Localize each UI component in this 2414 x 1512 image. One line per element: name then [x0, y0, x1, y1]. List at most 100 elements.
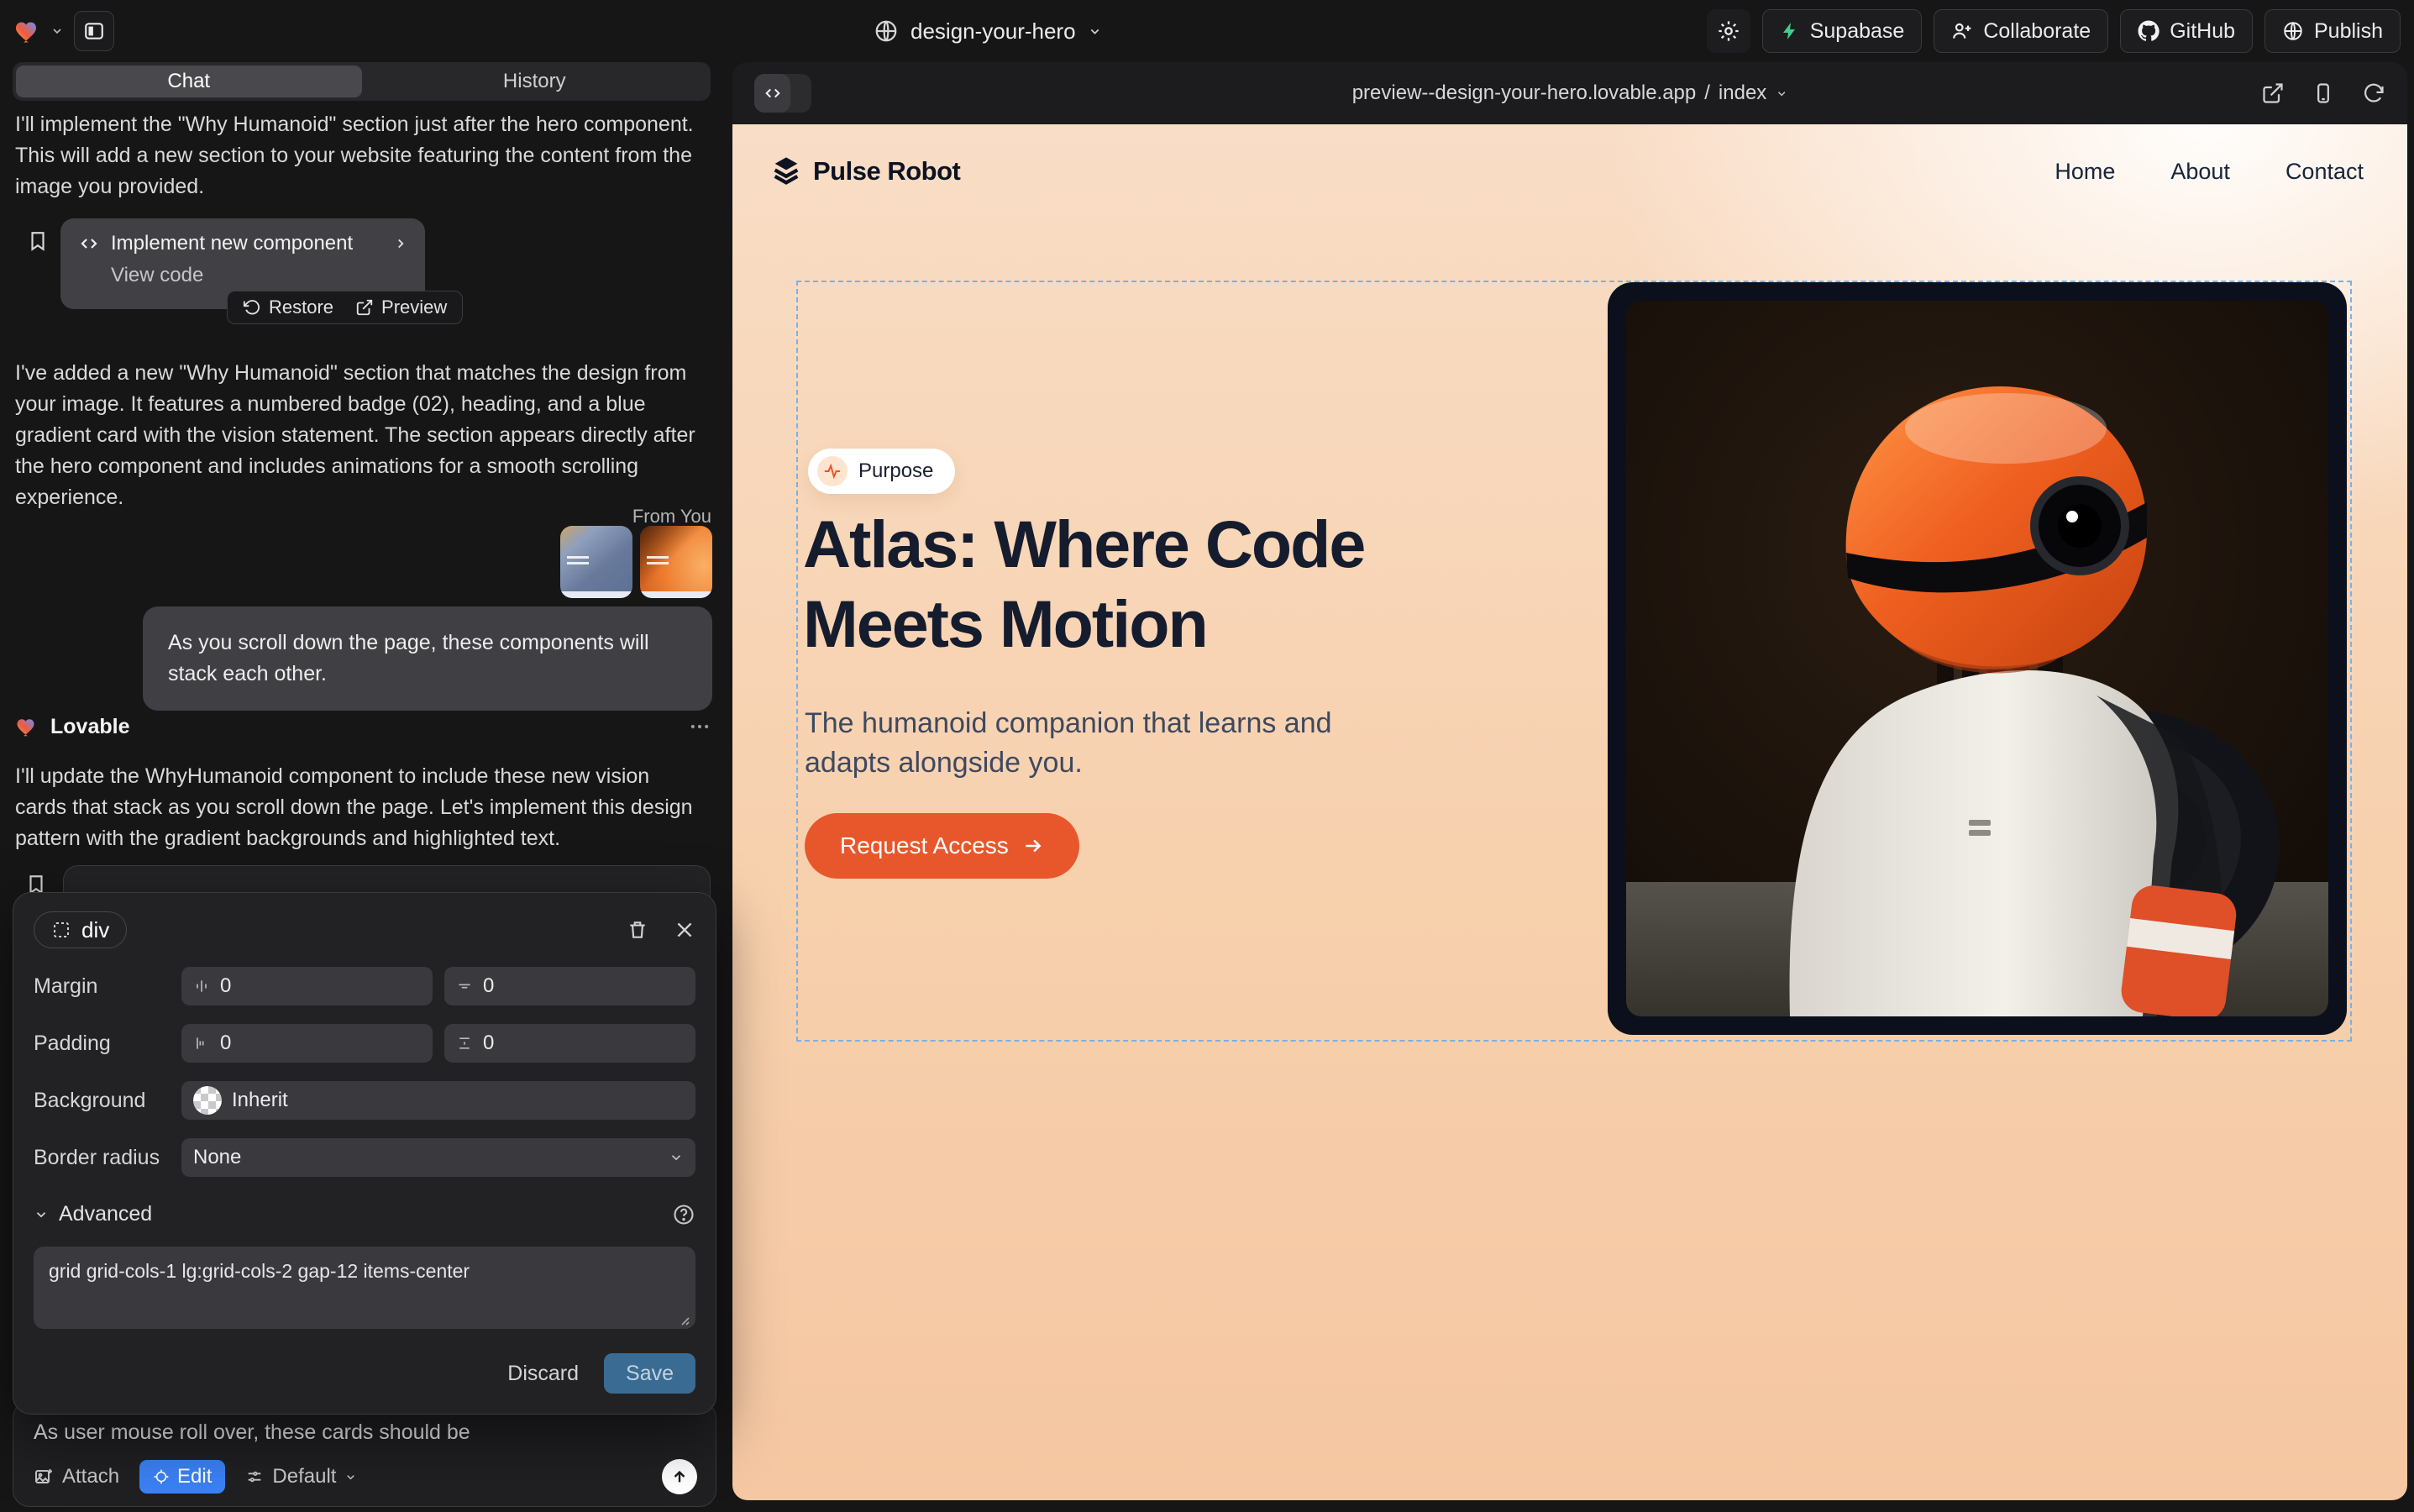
request-access-button[interactable]: Request Access	[805, 813, 1079, 879]
site-brand[interactable]: Pulse Robot	[769, 155, 960, 188]
layers-icon	[769, 155, 803, 188]
padding-y-value: 0	[483, 1032, 494, 1055]
chevron-down-icon	[34, 1207, 49, 1222]
preview-button[interactable]: Preview	[355, 297, 447, 318]
chevron-down-icon	[669, 1150, 684, 1165]
edit-label: Edit	[177, 1465, 212, 1488]
more-horizontal-icon[interactable]	[688, 715, 711, 738]
preview-url-dropdown[interactable]: preview--design-your-hero.lovable.app / …	[1352, 81, 1788, 105]
purpose-badge-label: Purpose	[858, 459, 933, 483]
element-inspector-panel: div Margin 0	[13, 892, 716, 1415]
attachment-image[interactable]	[560, 526, 632, 598]
project-switcher[interactable]: design-your-hero	[874, 0, 1102, 62]
help-icon[interactable]	[672, 1203, 695, 1226]
attachment-thumbnails	[560, 526, 712, 598]
background-label: Background	[34, 1089, 170, 1113]
save-button[interactable]: Save	[604, 1353, 695, 1394]
code-icon	[754, 74, 790, 113]
code-icon	[79, 234, 99, 254]
hero-robot-card	[1608, 282, 2347, 1035]
tab-history[interactable]: History	[362, 66, 708, 97]
site-header: Pulse Robot Home About Contact	[732, 124, 2407, 188]
code-view-toggle[interactable]	[754, 74, 811, 113]
site-brand-name: Pulse Robot	[813, 156, 960, 186]
margin-x-value: 0	[220, 974, 231, 998]
assistant-message: I'll update the WhyHumanoid component to…	[15, 761, 702, 854]
margin-y-input[interactable]: 0	[444, 967, 695, 1005]
nav-about[interactable]: About	[2170, 159, 2230, 185]
restore-label: Restore	[269, 297, 333, 318]
github-button[interactable]: GitHub	[2120, 9, 2253, 53]
selected-element-pill[interactable]: div	[34, 911, 127, 948]
arrow-right-icon	[1022, 835, 1044, 857]
margin-x-icon	[193, 978, 210, 995]
preview-url-page: index	[1719, 81, 1766, 105]
preview-url-separator: /	[1704, 81, 1710, 105]
edit-mode-button[interactable]: Edit	[139, 1460, 225, 1494]
chat-input[interactable]: As user mouse roll over, these cards sho…	[34, 1420, 695, 1445]
assistant-message: I'll implement the "Why Humanoid" sectio…	[15, 109, 702, 202]
lovable-menu-button[interactable]	[13, 16, 64, 46]
smartphone-icon[interactable]	[2312, 81, 2335, 105]
mode-select[interactable]: Default	[245, 1465, 357, 1488]
border-radius-select[interactable]: None	[181, 1138, 695, 1177]
tab-chat[interactable]: Chat	[16, 66, 362, 97]
chevron-down-icon	[344, 1471, 357, 1483]
github-icon	[2138, 20, 2159, 42]
site-preview: Pulse Robot Home About Contact Purpose A…	[732, 124, 2407, 1500]
request-access-label: Request Access	[840, 832, 1009, 859]
tailwind-classes-textarea[interactable]: grid grid-cols-1 lg:grid-cols-2 gap-12 i…	[34, 1247, 695, 1329]
agent-row: Lovable	[15, 714, 711, 739]
restore-button[interactable]: Restore	[243, 297, 333, 318]
hero-headline: Atlas: Where Code Meets Motion	[803, 504, 1559, 664]
from-you-label: From You	[632, 506, 711, 528]
collaborate-button[interactable]: Collaborate	[1934, 9, 2108, 53]
nav-home[interactable]: Home	[2055, 159, 2115, 185]
publish-globe-icon	[2282, 20, 2304, 42]
preview-label: Preview	[381, 297, 447, 318]
advanced-section-toggle[interactable]: Advanced	[59, 1202, 152, 1226]
trash-icon[interactable]	[627, 919, 648, 941]
padding-x-value: 0	[220, 1032, 231, 1055]
app-window: design-your-hero Supabase Co	[0, 0, 2414, 1512]
border-radius-label: Border radius	[34, 1146, 170, 1170]
view-code-link[interactable]: View code	[111, 264, 408, 287]
project-name: design-your-hero	[910, 18, 1076, 45]
supabase-button[interactable]: Supabase	[1762, 9, 1923, 53]
close-icon[interactable]	[674, 919, 695, 941]
margin-label: Margin	[34, 974, 170, 999]
panel-left-icon	[83, 20, 105, 42]
purpose-badge: Purpose	[808, 449, 955, 494]
nav-contact[interactable]: Contact	[2285, 159, 2364, 185]
bookmark-icon[interactable]	[27, 230, 49, 252]
margin-x-input[interactable]: 0	[181, 967, 433, 1005]
settings-button[interactable]	[1707, 9, 1750, 53]
padding-x-input[interactable]: 0	[181, 1024, 433, 1063]
chevron-down-icon	[50, 24, 64, 38]
chat-composer: As user mouse roll over, these cards sho…	[13, 1401, 716, 1507]
refresh-icon[interactable]	[2362, 81, 2385, 105]
attachment-image[interactable]	[640, 526, 712, 598]
padding-y-input[interactable]: 0	[444, 1024, 695, 1063]
border-radius-value: None	[193, 1146, 241, 1169]
version-hover-bar: Restore Preview	[227, 291, 463, 324]
send-button[interactable]	[662, 1459, 697, 1494]
preview-toolbar: preview--design-your-hero.lovable.app / …	[732, 62, 2407, 124]
attach-label: Attach	[62, 1465, 119, 1488]
attach-button[interactable]: Attach	[34, 1465, 119, 1488]
background-value: Inherit	[232, 1089, 288, 1112]
transparency-icon	[193, 1086, 222, 1115]
publish-label: Publish	[2314, 19, 2383, 44]
publish-button[interactable]: Publish	[2264, 9, 2401, 53]
background-input[interactable]: Inherit	[181, 1081, 695, 1120]
github-label: GitHub	[2170, 19, 2235, 44]
element-tag: div	[81, 917, 109, 943]
sidebar-tabs: Chat History	[13, 62, 711, 101]
user-plus-icon	[1951, 20, 1973, 42]
mode-label: Default	[272, 1465, 336, 1488]
external-link-icon[interactable]	[2261, 81, 2285, 105]
toggle-sidebar-button[interactable]	[74, 11, 114, 51]
padding-x-icon	[193, 1035, 210, 1052]
discard-button[interactable]: Discard	[507, 1362, 579, 1386]
dashed-box-icon	[51, 920, 71, 940]
